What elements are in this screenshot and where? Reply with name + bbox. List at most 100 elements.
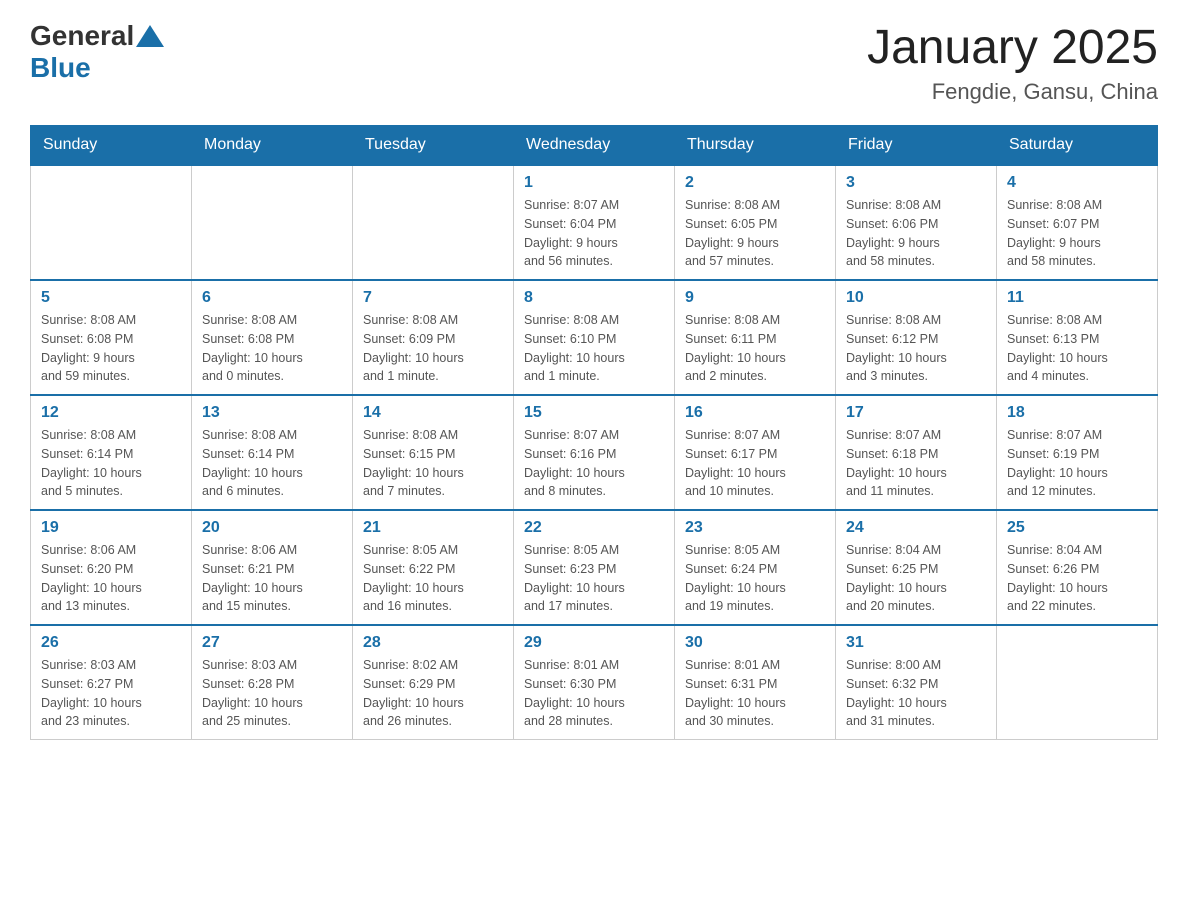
day-number: 17: [846, 404, 986, 422]
logo-triangle-icon: [136, 25, 164, 47]
week-row: 26 Sunrise: 8:03 AM Sunset: 6:27 PM Dayli…: [31, 625, 1158, 740]
day-info: Sunrise: 8:08 AM Sunset: 6:14 PM Dayligh…: [202, 426, 342, 501]
day-number: 1: [524, 174, 664, 192]
day-number: 23: [685, 519, 825, 537]
day-info: Sunrise: 8:02 AM Sunset: 6:29 PM Dayligh…: [363, 656, 503, 731]
calendar-cell: 15Sunrise: 8:07 AM Sunset: 6:16 PM Dayli…: [514, 395, 675, 510]
calendar-cell: [192, 165, 353, 280]
day-info: Sunrise: 8:08 AM Sunset: 6:05 PM Dayligh…: [685, 196, 825, 271]
day-number: 12: [41, 404, 181, 422]
day-info: Sunrise: 8:03 AM Sunset: 6:28 PM Dayligh…: [202, 656, 342, 731]
day-info: Sunrise: 8:08 AM Sunset: 6:14 PM Dayligh…: [41, 426, 181, 501]
day-info: Sunrise: 8:06 AM Sunset: 6:21 PM Dayligh…: [202, 541, 342, 616]
calendar-cell: [31, 165, 192, 280]
calendar-cell: 12 Sunrise: 8:08 AM Sunset: 6:14 PM Dayli…: [31, 395, 192, 510]
calendar-cell: 16 Sunrise: 8:07 AM Sunset: 6:17 PM Dayli…: [675, 395, 836, 510]
calendar-cell: 1Sunrise: 8:07 AM Sunset: 6:04 PM Daylig…: [514, 165, 675, 280]
day-info: Sunrise: 8:08 AM Sunset: 6:08 PM Dayligh…: [41, 311, 181, 386]
calendar-cell: 25 Sunrise: 8:04 AM Sunset: 6:26 PM Dayli…: [997, 510, 1158, 625]
calendar-cell: 27 Sunrise: 8:03 AM Sunset: 6:28 PM Dayli…: [192, 625, 353, 740]
day-info: Sunrise: 8:01 AM Sunset: 6:31 PM Dayligh…: [685, 656, 825, 731]
day-number: 21: [363, 519, 503, 537]
day-info: Sunrise: 8:07 AM Sunset: 6:17 PM Dayligh…: [685, 426, 825, 501]
calendar-cell: 19Sunrise: 8:06 AM Sunset: 6:20 PM Dayli…: [31, 510, 192, 625]
day-number: 20: [202, 519, 342, 537]
calendar-subtitle: Fengdie, Gansu, China: [867, 79, 1158, 105]
day-number: 25: [1007, 519, 1147, 537]
day-info: Sunrise: 8:08 AM Sunset: 6:12 PM Dayligh…: [846, 311, 986, 386]
calendar-cell: 3Sunrise: 8:08 AM Sunset: 6:06 PM Daylig…: [836, 165, 997, 280]
day-number: 11: [1007, 289, 1147, 307]
day-number: 29: [524, 634, 664, 652]
day-info: Sunrise: 8:07 AM Sunset: 6:18 PM Dayligh…: [846, 426, 986, 501]
day-info: Sunrise: 8:05 AM Sunset: 6:24 PM Dayligh…: [685, 541, 825, 616]
day-number: 19: [41, 519, 181, 537]
day-number: 31: [846, 634, 986, 652]
day-info: Sunrise: 8:03 AM Sunset: 6:27 PM Dayligh…: [41, 656, 181, 731]
day-number: 16: [685, 404, 825, 422]
day-info: Sunrise: 8:01 AM Sunset: 6:30 PM Dayligh…: [524, 656, 664, 731]
day-number: 28: [363, 634, 503, 652]
col-sunday: Sunday: [31, 126, 192, 166]
calendar-cell: 13Sunrise: 8:08 AM Sunset: 6:14 PM Dayli…: [192, 395, 353, 510]
col-saturday: Saturday: [997, 126, 1158, 166]
day-number: 9: [685, 289, 825, 307]
calendar-cell: 11 Sunrise: 8:08 AM Sunset: 6:13 PM Dayli…: [997, 280, 1158, 395]
calendar-cell: [353, 165, 514, 280]
calendar-cell: 23 Sunrise: 8:05 AM Sunset: 6:24 PM Dayli…: [675, 510, 836, 625]
calendar-cell: 20 Sunrise: 8:06 AM Sunset: 6:21 PM Dayli…: [192, 510, 353, 625]
col-wednesday: Wednesday: [514, 126, 675, 166]
calendar-cell: 28 Sunrise: 8:02 AM Sunset: 6:29 PM Dayli…: [353, 625, 514, 740]
day-info: Sunrise: 8:05 AM Sunset: 6:23 PM Dayligh…: [524, 541, 664, 616]
day-number: 8: [524, 289, 664, 307]
logo: General Blue: [30, 20, 164, 84]
day-number: 5: [41, 289, 181, 307]
day-info: Sunrise: 8:08 AM Sunset: 6:10 PM Dayligh…: [524, 311, 664, 386]
col-monday: Monday: [192, 126, 353, 166]
calendar-cell: 6 Sunrise: 8:08 AM Sunset: 6:08 PM Daylig…: [192, 280, 353, 395]
day-info: Sunrise: 8:08 AM Sunset: 6:06 PM Dayligh…: [846, 196, 986, 271]
day-number: 14: [363, 404, 503, 422]
days-of-week-row: Sunday Monday Tuesday Wednesday Thursday…: [31, 126, 1158, 166]
col-friday: Friday: [836, 126, 997, 166]
day-info: Sunrise: 8:05 AM Sunset: 6:22 PM Dayligh…: [363, 541, 503, 616]
title-block: January 2025 Fengdie, Gansu, China: [867, 20, 1158, 105]
calendar-cell: 18Sunrise: 8:07 AM Sunset: 6:19 PM Dayli…: [997, 395, 1158, 510]
week-row: 1Sunrise: 8:07 AM Sunset: 6:04 PM Daylig…: [31, 165, 1158, 280]
calendar-cell: 30 Sunrise: 8:01 AM Sunset: 6:31 PM Dayli…: [675, 625, 836, 740]
page-header: General Blue January 2025 Fengdie, Gansu…: [30, 20, 1158, 105]
day-number: 10: [846, 289, 986, 307]
logo-general: General: [30, 20, 134, 52]
calendar-cell: 8 Sunrise: 8:08 AM Sunset: 6:10 PM Daylig…: [514, 280, 675, 395]
day-number: 26: [41, 634, 181, 652]
week-row: 12 Sunrise: 8:08 AM Sunset: 6:14 PM Dayli…: [31, 395, 1158, 510]
day-number: 30: [685, 634, 825, 652]
calendar-cell: 17 Sunrise: 8:07 AM Sunset: 6:18 PM Dayli…: [836, 395, 997, 510]
calendar-title: January 2025: [867, 20, 1158, 75]
calendar-cell: 9 Sunrise: 8:08 AM Sunset: 6:11 PM Daylig…: [675, 280, 836, 395]
day-number: 24: [846, 519, 986, 537]
day-number: 6: [202, 289, 342, 307]
day-number: 2: [685, 174, 825, 192]
col-tuesday: Tuesday: [353, 126, 514, 166]
calendar-cell: 4Sunrise: 8:08 AM Sunset: 6:07 PM Daylig…: [997, 165, 1158, 280]
calendar-body: 1Sunrise: 8:07 AM Sunset: 6:04 PM Daylig…: [31, 165, 1158, 740]
week-row: 19Sunrise: 8:06 AM Sunset: 6:20 PM Dayli…: [31, 510, 1158, 625]
calendar-cell: [997, 625, 1158, 740]
calendar-cell: 7Sunrise: 8:08 AM Sunset: 6:09 PM Daylig…: [353, 280, 514, 395]
calendar-cell: 24 Sunrise: 8:04 AM Sunset: 6:25 PM Dayli…: [836, 510, 997, 625]
day-number: 7: [363, 289, 503, 307]
day-info: Sunrise: 8:04 AM Sunset: 6:25 PM Dayligh…: [846, 541, 986, 616]
day-info: Sunrise: 8:08 AM Sunset: 6:08 PM Dayligh…: [202, 311, 342, 386]
calendar-table: Sunday Monday Tuesday Wednesday Thursday…: [30, 125, 1158, 740]
day-number: 27: [202, 634, 342, 652]
day-info: Sunrise: 8:08 AM Sunset: 6:11 PM Dayligh…: [685, 311, 825, 386]
day-info: Sunrise: 8:04 AM Sunset: 6:26 PM Dayligh…: [1007, 541, 1147, 616]
day-info: Sunrise: 8:08 AM Sunset: 6:13 PM Dayligh…: [1007, 311, 1147, 386]
day-number: 22: [524, 519, 664, 537]
day-number: 15: [524, 404, 664, 422]
calendar-cell: 22 Sunrise: 8:05 AM Sunset: 6:23 PM Dayli…: [514, 510, 675, 625]
col-thursday: Thursday: [675, 126, 836, 166]
logo-blue: Blue: [30, 52, 91, 83]
day-info: Sunrise: 8:07 AM Sunset: 6:19 PM Dayligh…: [1007, 426, 1147, 501]
